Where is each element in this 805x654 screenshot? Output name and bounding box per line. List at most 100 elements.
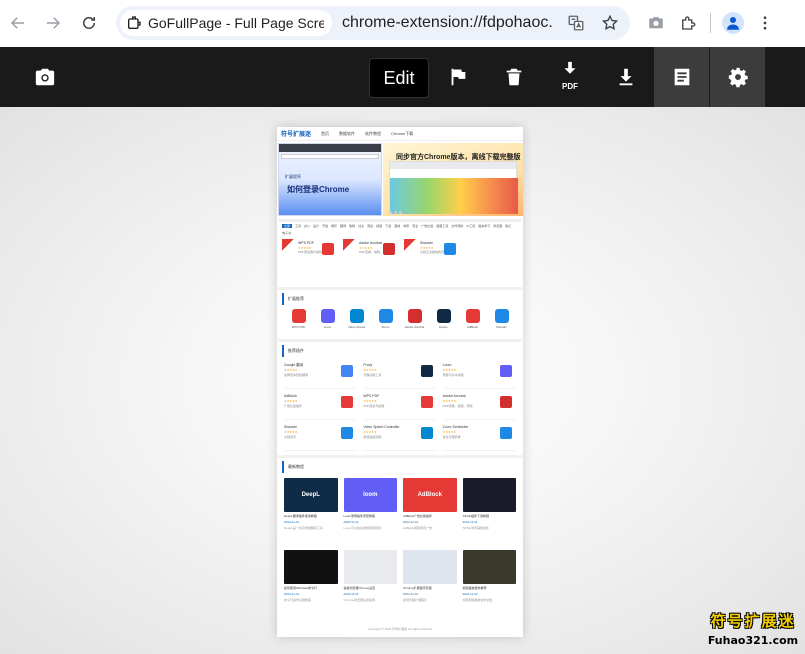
app-card[interactable]: Shazam ★★★★★ 识别正在播放的音乐: [404, 239, 461, 265]
delete-button[interactable]: [491, 47, 537, 107]
article-thumbnail: [462, 478, 516, 512]
article-card[interactable]: 视频播放插件推荐 2024-11-01 常用视频播放插件合集: [462, 550, 516, 616]
extension-chip-title: GoFullPage - Full Page Screen C: [148, 15, 324, 31]
app-stars: ★★★★★: [363, 368, 377, 372]
featured-icon-item[interactable]: Loom: [316, 309, 340, 329]
app-label: Video Speed: [347, 325, 366, 329]
featured-icon-item[interactable]: Zoom: [374, 309, 398, 329]
article-card[interactable]: 谷歌浏览器Chrome设置 2024-11-01 Chrome浏览器设置指南: [343, 550, 397, 616]
tag-item[interactable]: 笔记: [505, 224, 511, 228]
tag-item[interactable]: 电子书: [282, 231, 291, 235]
app-card[interactable]: Loom ★★★★★ 录屏与共享视频: [442, 361, 516, 389]
tag-item[interactable]: 文件转换: [451, 224, 463, 228]
tag-item[interactable]: 娱乐: [331, 224, 337, 228]
profile-button[interactable]: [717, 7, 749, 39]
article-card[interactable]: DeepL DeepL翻译插件使用教程 2024-11-01 DeepL是一款高质量翻…: [284, 478, 338, 544]
featured-icon-item[interactable]: DeepL: [432, 309, 456, 329]
gear-icon: [728, 67, 748, 88]
app-card[interactable]: Video Speed Controller ★★★★★ 视频速度控制: [363, 423, 437, 451]
tag-item[interactable]: 视频: [376, 224, 382, 228]
tag-item[interactable]: AI工具: [466, 224, 475, 228]
article-thumbnail: [403, 550, 457, 584]
tag-item[interactable]: 浏览器: [493, 224, 502, 228]
tag-item[interactable]: 其他: [394, 224, 400, 228]
all-captures-button[interactable]: [654, 47, 709, 107]
preview-section-featured: 扩展推荐 WPS PDF Loom Video Speed Zoom Adobe Acr…: [278, 287, 522, 339]
tag-item[interactable]: 设计: [313, 224, 319, 228]
flag-button[interactable]: [435, 47, 481, 107]
edit-button[interactable]: Edit: [369, 58, 429, 98]
app-icon: [320, 309, 335, 323]
featured-icon-item[interactable]: Video Speed: [345, 309, 369, 329]
section-title: 扩展推荐: [282, 293, 522, 305]
tag-item[interactable]: 全部: [282, 224, 293, 228]
tag-item[interactable]: 工具: [295, 224, 301, 228]
article-card[interactable]: loom Loom录屏插件安装教程 2024-11-01 Loom可以快速录制屏幕视频: [343, 478, 397, 544]
download-image-button[interactable]: [603, 47, 649, 107]
app-card[interactable]: WPS PDF ★★★★★ PDF阅读与编辑: [363, 392, 437, 420]
arrow-left-icon: [10, 17, 24, 29]
menu-button[interactable]: [749, 7, 781, 39]
article-excerpt: Chrome浏览器设置指南: [343, 598, 376, 602]
captured-page-preview[interactable]: 符号扩展迷 首页 数据软件 软件教程 Chrome下载 扩展程序 如何登录Chr…: [277, 127, 523, 637]
app-card[interactable]: Adobe Acrobat ★★★★★ PDF查看、编辑、转换: [442, 392, 516, 420]
app-card[interactable]: AdBlock ★★★★★ 广告拦截插件: [284, 392, 358, 420]
back-button[interactable]: [2, 7, 34, 39]
tag-item[interactable]: 购物: [349, 224, 355, 228]
featured-icon-item[interactable]: AdBlock: [461, 309, 485, 329]
settings-button[interactable]: [710, 47, 765, 107]
app-card[interactable]: WPS PDF ★★★★★ PDF阅读器与编辑工具: [282, 239, 339, 265]
article-excerpt: AdBlock屏蔽网页广告: [403, 526, 433, 530]
featured-icon-item[interactable]: Shazam: [490, 309, 514, 329]
tag-item[interactable]: 效率: [403, 224, 409, 228]
translate-button[interactable]: [564, 11, 588, 35]
tag-item[interactable]: 阅读: [367, 224, 373, 228]
tag-item[interactable]: 截图工具: [436, 224, 448, 228]
reload-button[interactable]: [73, 7, 105, 39]
tag-item[interactable]: 开发: [322, 224, 328, 228]
tag-item[interactable]: 安全: [412, 224, 418, 228]
tag-item[interactable]: 社交: [358, 224, 364, 228]
preview-icon-row: WPS PDF Loom Video Speed Zoom Adobe Acrobat D…: [278, 305, 522, 333]
article-card[interactable]: TikTok插件下载教程 2024-11-01 TikTok浏览辅助插件: [462, 478, 516, 544]
download-pdf-button[interactable]: PDF: [547, 47, 593, 107]
preview-nav-item: 软件教程: [365, 130, 382, 136]
new-capture-button[interactable]: [22, 47, 68, 107]
featured-icon-item[interactable]: Adobe Acrobat: [403, 309, 427, 329]
article-card[interactable]: Chrome扩展程序管理 2024-11-01 如何管理扩展程序: [403, 550, 457, 616]
extension-chip[interactable]: GoFullPage - Full Page Screen C: [120, 10, 332, 36]
banner-right-slide: 同步官方Chrome版本，离线下载完整版: [383, 143, 523, 216]
document-list-icon: [674, 68, 689, 86]
address-bar[interactable]: GoFullPage - Full Page Screen C chrome-e…: [116, 6, 630, 40]
tag-item[interactable]: 翻译: [340, 224, 346, 228]
app-stars: ★★★★★: [284, 430, 298, 434]
app-card[interactable]: Zoom Scheduler ★★★★★ 会议日程安排: [442, 423, 516, 451]
flag-icon: [451, 68, 466, 86]
app-card[interactable]: Adobe Acrobat ★★★★★ PDF查看、编辑、转换: [343, 239, 400, 265]
tag-item[interactable]: 下载: [385, 224, 391, 228]
url-text[interactable]: chrome-extension://fdpohaoc...: [342, 14, 554, 32]
featured-icon-item[interactable]: WPS PDF: [287, 309, 311, 329]
browser-toolbar: GoFullPage - Full Page Screen C chrome-e…: [0, 0, 805, 47]
bookmark-star-button[interactable]: [598, 11, 622, 35]
preview-top-apps: WPS PDF ★★★★★ PDF阅读器与编辑工具 Adobe Acrobat ★★★★…: [278, 237, 522, 267]
tag-item[interactable]: 办公: [304, 224, 310, 228]
extensions-button[interactable]: [672, 7, 704, 39]
article-date: 2024-11-01: [462, 520, 478, 524]
tag-item[interactable]: 广告拦截: [421, 224, 433, 228]
avatar: [722, 12, 744, 34]
app-card[interactable]: Proxy ★★★★★ 代理切换工具: [363, 361, 437, 389]
article-card[interactable]: 如何使用Windows命令行 2024-11-01 命令行操作基础教程: [284, 550, 338, 616]
app-card[interactable]: Google 翻译 ★★★★★ 在网页中轻松翻译: [284, 361, 358, 389]
app-desc: 代理切换工具: [363, 373, 382, 377]
app-card[interactable]: Shazam ★★★★★ 识别音乐: [284, 423, 358, 451]
forward-button[interactable]: [37, 7, 69, 39]
article-card[interactable]: AdBlock AdBlock广告拦截插件 2024-11-01 AdBlock屏蔽网…: [403, 478, 457, 544]
app-name: WPS PDF: [363, 394, 380, 398]
screenshot-extension-button[interactable]: [640, 7, 672, 39]
article-title: TikTok插件下载教程: [462, 514, 490, 518]
download-pdf-icon: [564, 61, 576, 74]
app-icon: [500, 427, 512, 439]
app-name: Proxy: [363, 363, 373, 367]
tag-item[interactable]: 语言学习: [478, 224, 490, 228]
